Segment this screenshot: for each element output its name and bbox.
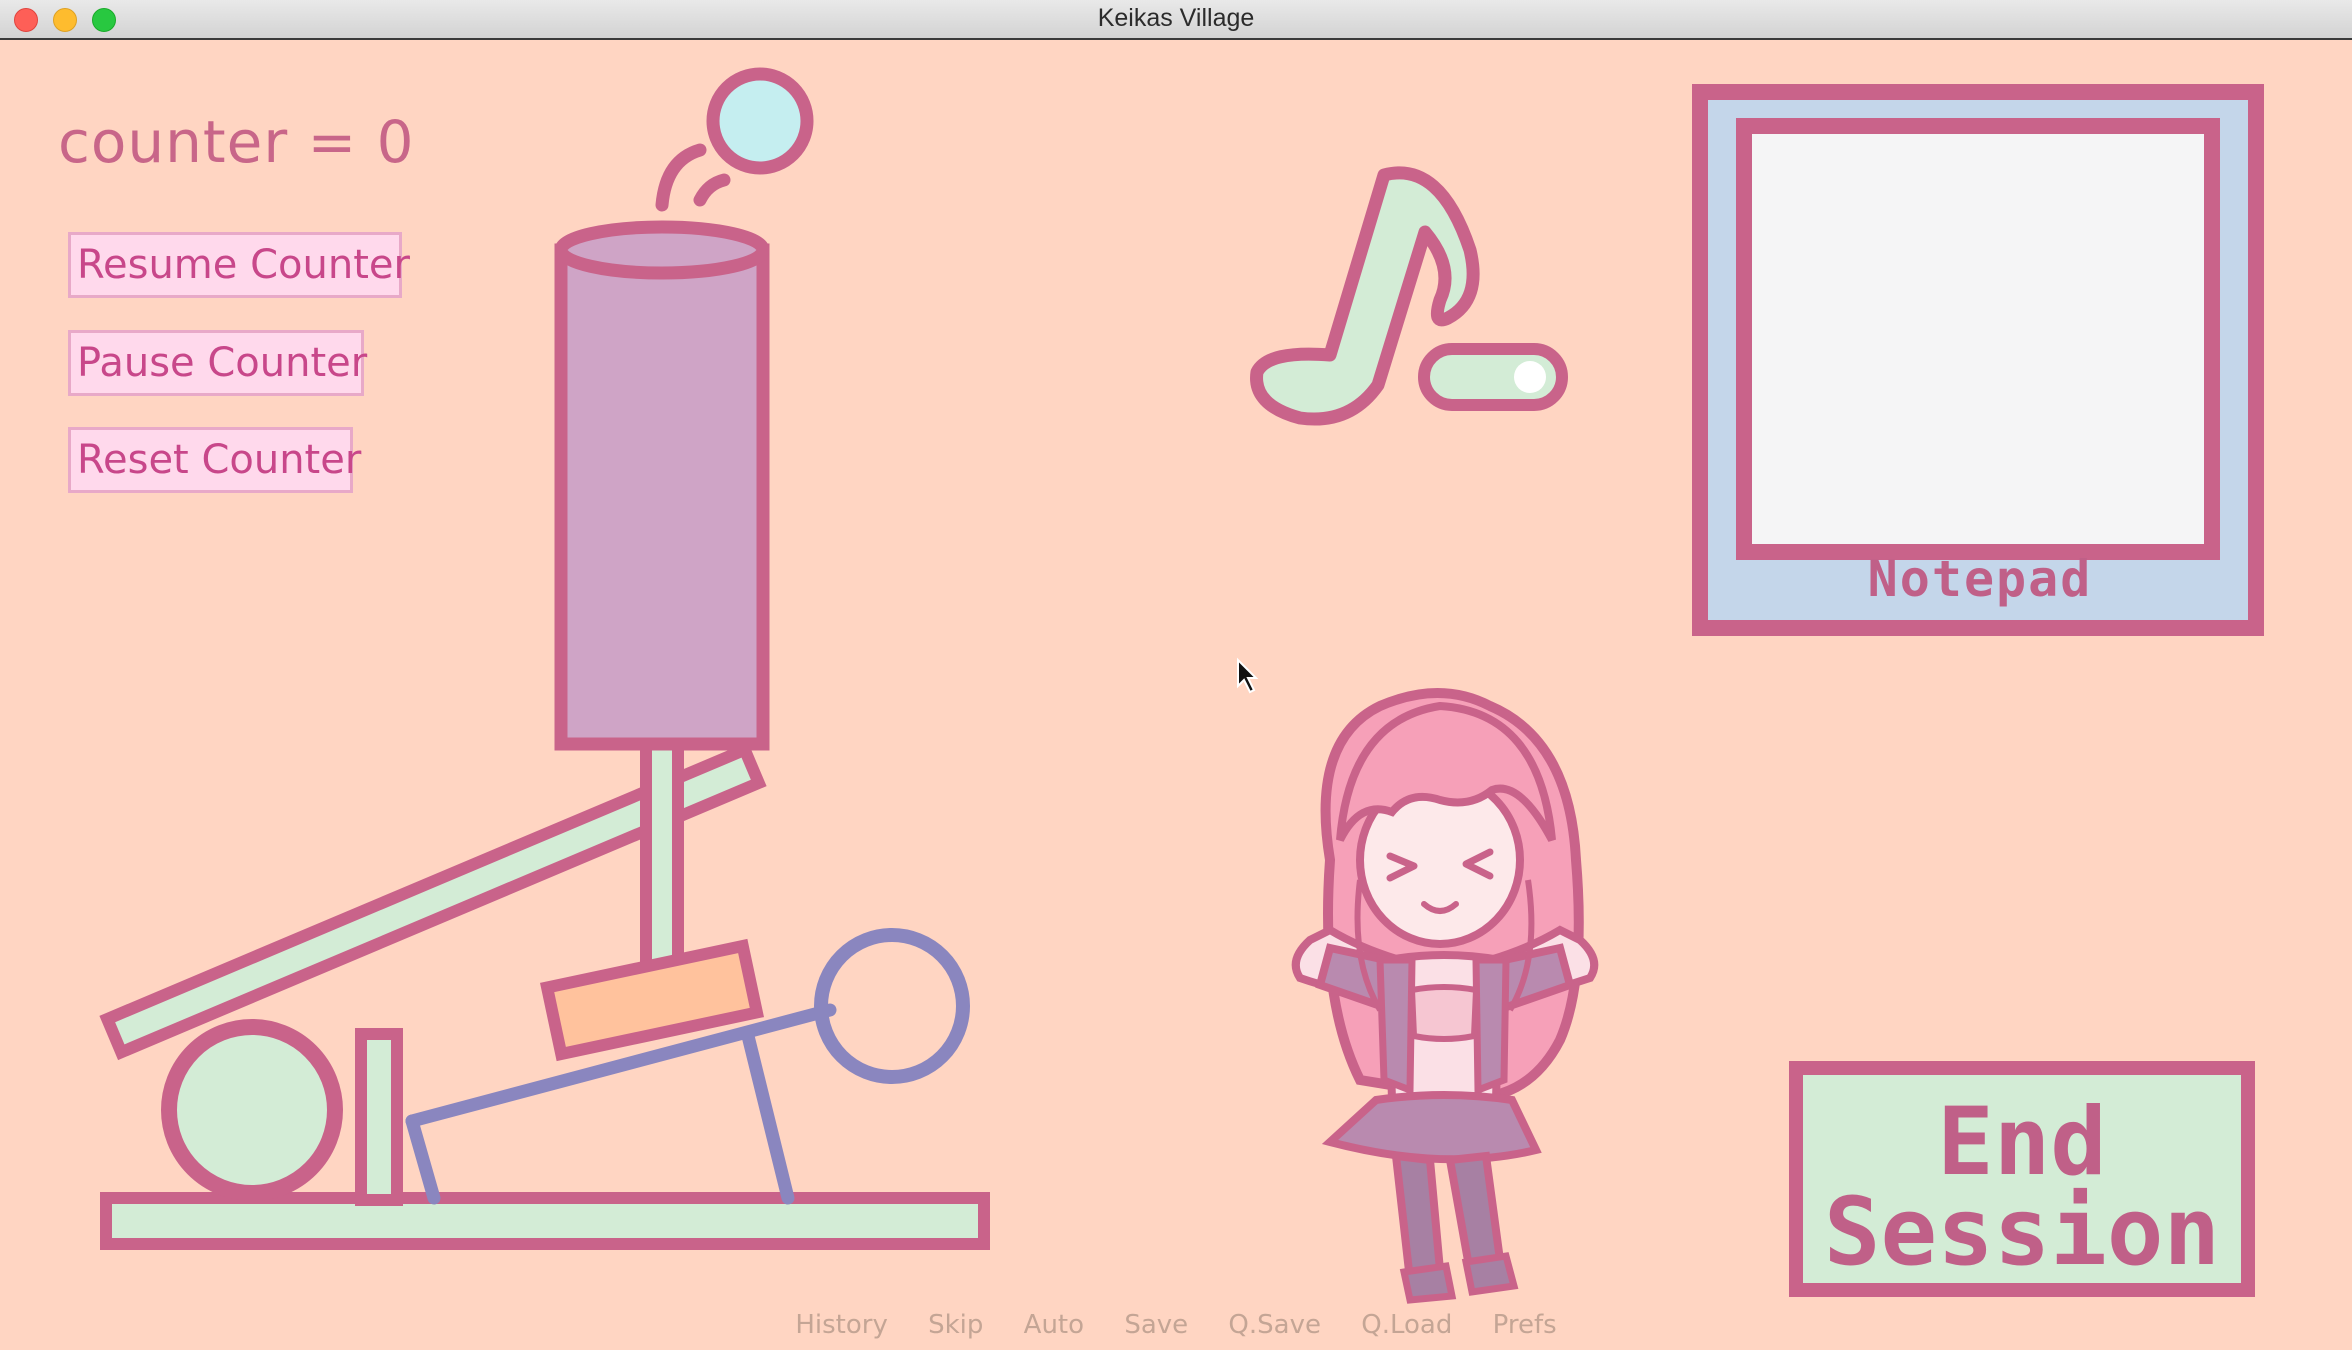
notepad-paper[interactable] <box>1756 136 2200 544</box>
motion-mark <box>655 143 707 212</box>
lever-ring <box>814 928 970 1084</box>
app-window: Keikas Village counter = 0 Resume Counte… <box>0 0 2352 1350</box>
quick-menu-qsave[interactable]: Q.Save <box>1228 1310 1321 1340</box>
quick-menu-history[interactable]: History <box>795 1310 888 1340</box>
quick-menu-auto[interactable]: Auto <box>1024 1310 1084 1340</box>
quick-menu-save[interactable]: Save <box>1124 1310 1188 1340</box>
end-session-frame <box>1789 1061 2255 1297</box>
lever-leg-left <box>405 1114 441 1205</box>
resume-counter-button[interactable]: Resume Counter <box>68 232 410 298</box>
music-switch-knob[interactable] <box>1514 361 1546 393</box>
character-sprite <box>1291 688 1599 1304</box>
counter-display: counter = 0 <box>58 108 415 176</box>
lever-leg-right <box>741 1029 795 1205</box>
notepad-label: Notepad <box>1867 550 2093 608</box>
cyan-ball <box>706 67 814 175</box>
music-toggle[interactable] <box>1250 166 1568 426</box>
quick-menu-skip[interactable]: Skip <box>928 1310 983 1340</box>
quick-menu-prefs[interactable]: Prefs <box>1493 1310 1557 1340</box>
reset-counter-button[interactable]: Reset Counter <box>68 427 361 493</box>
small-post <box>355 1028 403 1206</box>
cylinder-body <box>554 243 770 751</box>
pause-counter-button[interactable]: Pause Counter <box>68 330 367 396</box>
green-ball <box>161 1019 343 1201</box>
mouse-cursor-icon <box>1237 657 1259 694</box>
quick-menu-qload[interactable]: Q.Load <box>1361 1310 1452 1340</box>
quick-menu: History Skip Auto Save Q.Save Q.Load Pre… <box>0 1310 2352 1340</box>
machine-base <box>100 1192 990 1250</box>
cylinder-top <box>554 220 770 280</box>
plunger-rod <box>640 734 684 976</box>
motion-mark <box>693 173 731 207</box>
